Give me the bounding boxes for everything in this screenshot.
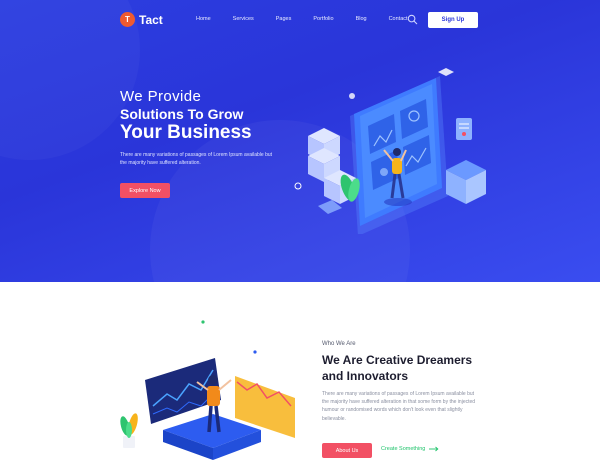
arrow-right-icon bbox=[429, 446, 439, 452]
hero-section: T Tact Home Services Pages Portfolio Blo… bbox=[0, 0, 600, 282]
hero-mid-title: Solutions To Grow bbox=[120, 106, 244, 122]
nav-portfolio[interactable]: Portfolio bbox=[313, 16, 333, 22]
hero-illustration bbox=[294, 68, 486, 234]
logo-text: Tact bbox=[139, 12, 163, 27]
hero-pre-title: We Provide bbox=[120, 88, 202, 105]
signup-button[interactable]: Sign Up bbox=[428, 12, 478, 28]
about-us-button[interactable]: About Us bbox=[322, 443, 372, 458]
nav-home[interactable]: Home bbox=[196, 16, 211, 22]
about-description: There are many variations of passages of… bbox=[322, 391, 476, 422]
search-icon[interactable] bbox=[407, 14, 418, 25]
logo-badge: T bbox=[120, 12, 135, 27]
create-something-label: Create Something bbox=[381, 446, 426, 452]
nav-links: Home Services Pages Portfolio Blog Conta… bbox=[196, 16, 430, 22]
explore-now-button[interactable]: Explore Now bbox=[120, 183, 170, 198]
nav-services[interactable]: Services bbox=[233, 16, 254, 22]
create-something-link[interactable]: Create Something bbox=[381, 446, 439, 452]
navbar: T Tact Home Services Pages Portfolio Blo… bbox=[0, 0, 600, 40]
nav-blog[interactable]: Blog bbox=[356, 16, 367, 22]
hero-title: Your Business bbox=[120, 122, 252, 143]
about-title: We Are Creative Dreamers and Innovators bbox=[322, 353, 473, 383]
nav-pages[interactable]: Pages bbox=[276, 16, 292, 22]
nav-contact[interactable]: Contact bbox=[389, 16, 408, 22]
about-illustration bbox=[120, 320, 295, 460]
about-eyebrow: Who We Are bbox=[322, 341, 356, 347]
logo[interactable]: T Tact bbox=[120, 12, 163, 27]
hero-description: There are many variations of passages of… bbox=[120, 152, 273, 166]
